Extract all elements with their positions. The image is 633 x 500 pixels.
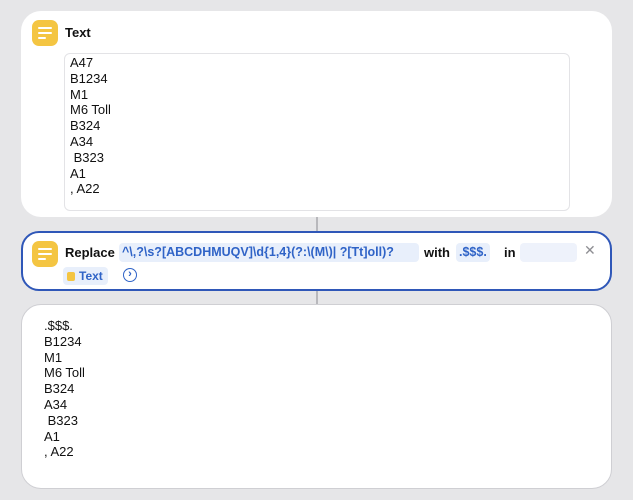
output-line: B323 [44, 412, 78, 428]
with-label: with [424, 245, 450, 260]
flow-connector [316, 291, 318, 304]
output-card: .$$$. B1234 M1 M6 Toll B324 A34 B323 A1 … [21, 304, 612, 489]
output-line: .$$$. [44, 318, 73, 333]
text-icon [32, 241, 58, 267]
text-line: A47 [70, 55, 94, 70]
output-line: B1234 [44, 333, 82, 349]
expand-chevron-icon[interactable]: › [123, 268, 137, 282]
text-input-area[interactable]: A47 B1234 M1 M6 Toll B324 A34 B323 A1 , … [64, 53, 570, 211]
text-variable-label: Text [79, 269, 103, 283]
pattern-field[interactable]: ^\,?\s?[ABCDHMUQV]\d{1,4}(?:\(M\)| ?[Tt]… [119, 243, 419, 262]
text-line: B1234 [70, 70, 108, 86]
text-line: M6 Toll [70, 102, 111, 118]
output-line: M1 [44, 349, 63, 365]
in-label: in [504, 245, 516, 260]
text-action-card[interactable]: Text A47 B1234 M1 M6 Toll B324 A34 B323 … [21, 11, 612, 217]
text-line: M1 [70, 86, 89, 102]
text-line: B323 [70, 149, 104, 165]
output-line: A34 [44, 396, 68, 412]
replace-action-card[interactable]: Replace ^\,?\s?[ABCDHMUQV]\d{1,4}(?:\(M\… [21, 231, 612, 291]
text-line: A34 [70, 133, 94, 149]
text-action-title: Text [65, 25, 91, 40]
flow-connector [316, 217, 318, 231]
output-line: , A22 [44, 444, 74, 460]
output-text: .$$$. B1234 M1 M6 Toll B324 A34 B323 A1 … [44, 318, 85, 460]
output-line: M6 Toll [44, 365, 85, 381]
text-line: A1 [70, 165, 86, 181]
replacement-field[interactable]: .$$$. [456, 243, 490, 262]
text-line: B324 [70, 118, 101, 134]
clear-icon[interactable]: ✕ [584, 242, 596, 259]
input-slot[interactable] [520, 243, 577, 262]
text-variable-token[interactable]: Text [63, 267, 108, 285]
text-icon [32, 20, 58, 46]
output-line: B324 [44, 381, 75, 397]
replace-label: Replace [65, 245, 115, 260]
text-variable-icon [67, 271, 75, 281]
output-line: A1 [44, 428, 60, 444]
text-line: , A22 [70, 181, 100, 197]
